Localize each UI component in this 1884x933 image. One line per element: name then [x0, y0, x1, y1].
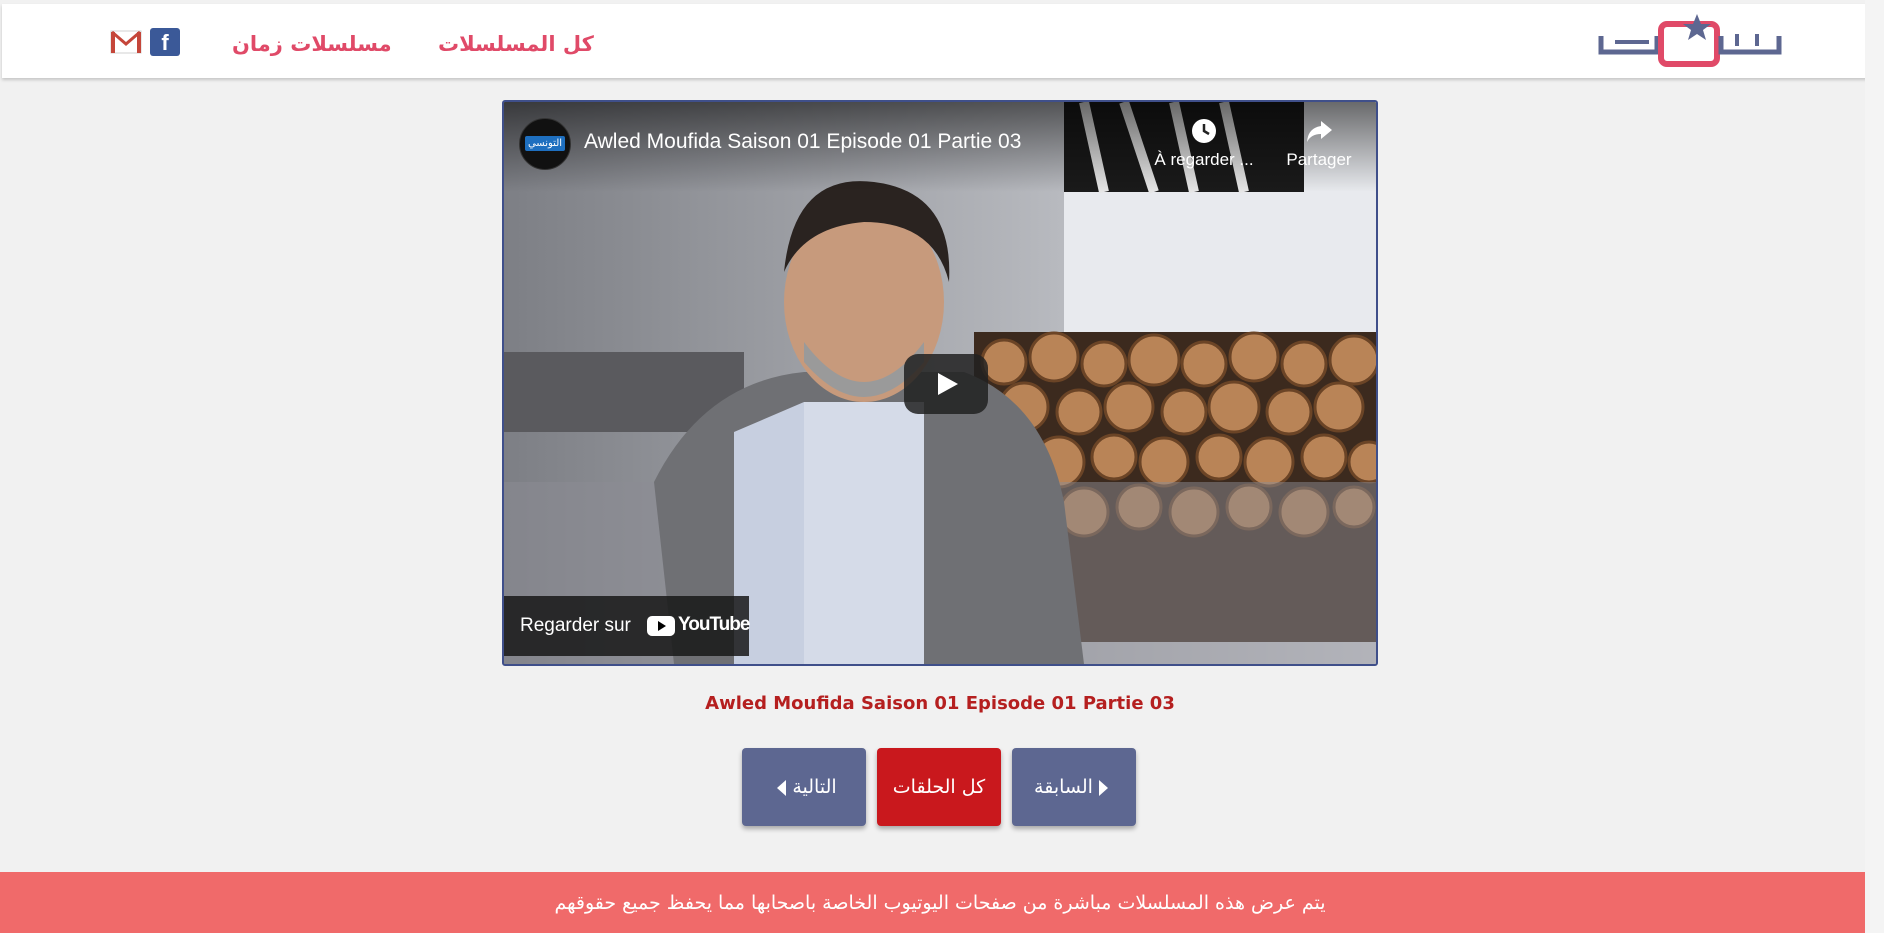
clock-icon [1192, 119, 1216, 143]
site-footer: يتم عرض هذه المسلسلات مباشرة من صفحات ال… [0, 872, 1880, 933]
video-title[interactable]: Awled Moufida Saison 01 Episode 01 Parti… [584, 130, 1021, 154]
episode-title: Awled Moufida Saison 01 Episode 01 Parti… [705, 693, 1175, 714]
share-icon [1307, 121, 1332, 142]
share-label: Partager [1286, 150, 1352, 169]
nav-all-series[interactable]: كل المسلسلات [438, 32, 594, 56]
channel-avatar[interactable]: التونسي [519, 118, 571, 170]
caret-right-icon [1098, 779, 1108, 796]
video-player[interactable]: التونسي Awled Moufida Saison 01 Episode … [502, 100, 1378, 666]
play-button[interactable] [904, 354, 988, 414]
all-episodes-label: كل الحلقات [892, 776, 986, 798]
all-episodes-button[interactable]: كل الحلقات [877, 748, 1001, 826]
share-button[interactable]: Partager [1274, 118, 1364, 170]
site-header: f مسلسلات زمان كل المسلسلات [2, 4, 1876, 78]
watch-on-youtube-button[interactable]: Regarder sur YouTube [504, 596, 750, 656]
mail-icon[interactable] [110, 28, 142, 56]
previous-label: السابقة [1034, 776, 1093, 798]
next-episode-button[interactable]: التالية [742, 748, 866, 826]
video-topbar: التونسي Awled Moufida Saison 01 Episode … [504, 102, 1376, 192]
site-logo[interactable] [1597, 12, 1783, 72]
nav-old-series[interactable]: مسلسلات زمان [232, 32, 392, 56]
youtube-wordmark: YouTube [678, 614, 750, 635]
page-scrollbar[interactable] [1865, 0, 1884, 933]
footer-notice: يتم عرض هذه المسلسلات مباشرة من صفحات ال… [554, 892, 1326, 914]
next-label: التالية [792, 776, 837, 798]
caret-left-icon [777, 779, 787, 796]
watch-on-label: Regarder sur [520, 615, 631, 636]
previous-episode-button[interactable]: السابقة [1012, 748, 1136, 826]
channel-avatar-label: التونسي [524, 136, 566, 151]
page: f مسلسلات زمان كل المسلسلات التونسي Awle… [0, 0, 1880, 933]
watch-later-label: À regarder ... [1154, 150, 1254, 169]
watch-later-button[interactable]: À regarder ... [1154, 118, 1254, 170]
facebook-icon[interactable]: f [150, 28, 180, 56]
